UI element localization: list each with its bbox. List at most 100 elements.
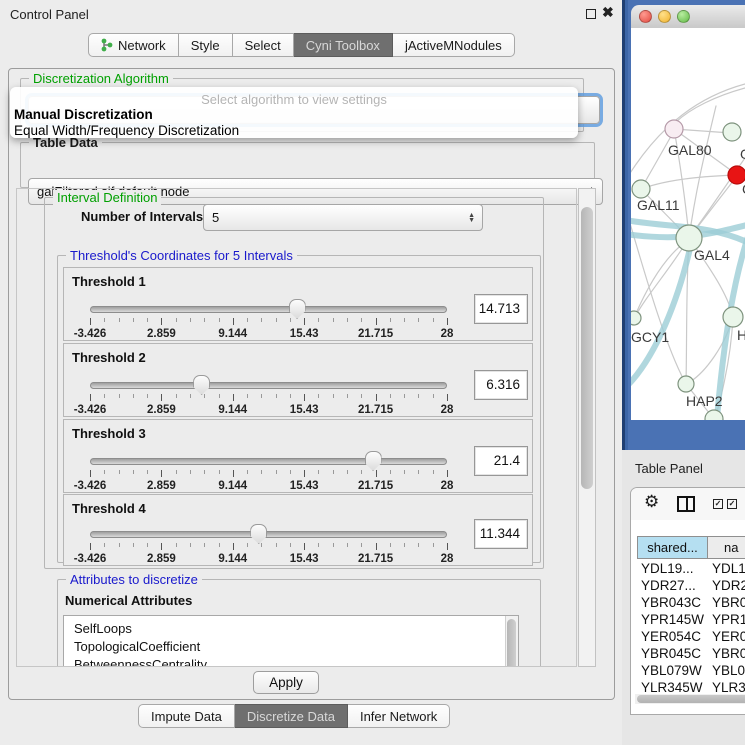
tab-jactivemnodules[interactable]: jActiveMNodules bbox=[393, 33, 515, 57]
tab-select[interactable]: Select bbox=[233, 33, 294, 57]
attribute-item-selfloops[interactable]: SelfLoops bbox=[64, 620, 518, 638]
slider-tick bbox=[347, 470, 348, 474]
numerical-attributes-list[interactable]: SelfLoopsTopologicalCoefficientBetweenne… bbox=[63, 615, 519, 667]
threshold-2-slider[interactable]: -3.4262.8599.14415.4321.71528 bbox=[90, 374, 447, 416]
threshold-4-value[interactable]: 11.344 bbox=[474, 519, 528, 549]
checkbox-icon[interactable]: ✓ bbox=[727, 499, 737, 509]
slider-tick bbox=[204, 543, 205, 547]
table-row[interactable]: YER054CYER0 bbox=[631, 628, 745, 645]
slider-tick bbox=[247, 318, 248, 322]
network-node-green[interactable] bbox=[723, 123, 741, 141]
num-intervals-combobox[interactable]: 5 ▲▼ bbox=[203, 204, 483, 231]
slider-track[interactable] bbox=[90, 458, 447, 465]
slider-tick bbox=[290, 543, 291, 547]
slider-tick bbox=[318, 394, 319, 398]
slider-tick bbox=[276, 543, 277, 547]
node-table: ⚙ ✓ ✓ shared... na YDL19...YDL1YDR27...Y… bbox=[630, 487, 745, 715]
slider-tick bbox=[161, 470, 162, 477]
slider-tick bbox=[376, 543, 377, 550]
zoom-traffic-light[interactable] bbox=[677, 10, 690, 23]
slider-track[interactable] bbox=[90, 306, 447, 313]
network-node-green[interactable] bbox=[723, 307, 743, 327]
algorithm-option-manual[interactable]: Manual Discretization bbox=[10, 107, 578, 123]
slider-tick bbox=[447, 318, 448, 325]
table-row[interactable]: YLR345WYLR3 bbox=[631, 679, 745, 694]
network-node-green[interactable] bbox=[632, 180, 650, 198]
network-node-green[interactable] bbox=[678, 376, 694, 392]
checkbox-icon[interactable]: ✓ bbox=[713, 499, 723, 509]
tab-network[interactable]: Network bbox=[88, 33, 179, 57]
table-row[interactable]: YBL079WYBL0 bbox=[631, 662, 745, 679]
network-node-label: GAL11 bbox=[637, 197, 680, 213]
slider-tick bbox=[404, 318, 405, 322]
network-node-label: GA bbox=[740, 146, 745, 162]
table-row[interactable]: YDL19...YDL1 bbox=[631, 560, 745, 577]
threshold-3-slider[interactable]: -3.4262.8599.14415.4321.71528 bbox=[90, 450, 447, 492]
cell-name: YLR3 bbox=[712, 679, 745, 694]
slider-tick bbox=[433, 470, 434, 474]
threshold-1-slider[interactable]: -3.4262.8599.14415.4321.71528 bbox=[90, 298, 447, 340]
network-node-green[interactable] bbox=[631, 311, 641, 325]
slider-tick bbox=[190, 394, 191, 398]
table-row[interactable]: YPR145WYPR1 bbox=[631, 611, 745, 628]
tab-discretize-data[interactable]: Discretize Data bbox=[235, 704, 348, 728]
threshold-2-value[interactable]: 6.316 bbox=[474, 370, 528, 400]
tab-impute-data[interactable]: Impute Data bbox=[138, 704, 235, 728]
attribute-item-betweennesscentrality[interactable]: BetweennessCentrality bbox=[64, 656, 518, 667]
threshold-4-slider[interactable]: -3.4262.8599.14415.4321.71528 bbox=[90, 523, 447, 565]
slider-tick bbox=[361, 318, 362, 322]
slider-thumb[interactable] bbox=[250, 524, 267, 544]
close-traffic-light[interactable] bbox=[639, 10, 652, 23]
attributes-list-items: SelfLoopsTopologicalCoefficientBetweenne… bbox=[64, 620, 518, 667]
tab-infer-network[interactable]: Infer Network bbox=[348, 704, 450, 728]
slider-tick bbox=[333, 318, 334, 322]
network-icon bbox=[101, 38, 113, 52]
float-button[interactable] bbox=[586, 9, 596, 19]
slider-tick bbox=[147, 394, 148, 398]
network-window-titlebar[interactable] bbox=[631, 5, 745, 29]
slider-tick-label: 21.715 bbox=[358, 328, 393, 340]
threshold-1-value[interactable]: 14.713 bbox=[474, 294, 528, 324]
network-node-label: GAL4 bbox=[694, 247, 730, 263]
attribute-item-topologicalcoefficient[interactable]: TopologicalCoefficient bbox=[64, 638, 518, 656]
algorithm-option-equal-width[interactable]: Equal Width/Frequency Discretization bbox=[10, 123, 578, 139]
slider-tick bbox=[147, 318, 148, 322]
interval-definition-title: Interval Definition bbox=[53, 190, 161, 205]
slider-thumb[interactable] bbox=[193, 375, 210, 395]
slider-tick-label: 2.859 bbox=[147, 404, 176, 416]
slider-track[interactable] bbox=[90, 531, 447, 538]
table-rows: YDL19...YDL1YDR27...YDR2YBR043C YBR0YPR14… bbox=[631, 560, 745, 694]
network-edge bbox=[641, 175, 736, 189]
close-button[interactable]: ✖ bbox=[602, 4, 614, 21]
network-view[interactable]: GAL80GACGAL11GAL4GCY1HHAP2 bbox=[631, 28, 745, 420]
slider-tick bbox=[90, 543, 91, 550]
table-row[interactable]: YBR043C YBR0 bbox=[631, 594, 745, 611]
table-row[interactable]: YBR045CYBR0 bbox=[631, 645, 745, 662]
threshold-3-value[interactable]: 21.4 bbox=[474, 446, 528, 476]
slider-tick bbox=[219, 394, 220, 398]
column-header-shared-name[interactable]: shared... bbox=[637, 536, 708, 559]
slider-thumb[interactable] bbox=[289, 299, 306, 319]
gear-icon[interactable]: ⚙ bbox=[644, 492, 659, 512]
attributes-list-scrollbar[interactable] bbox=[505, 616, 518, 667]
split-columns-icon[interactable] bbox=[677, 496, 695, 512]
table-hscrollbar[interactable] bbox=[635, 694, 745, 704]
slider-tick bbox=[318, 470, 319, 474]
column-header-name[interactable]: na bbox=[708, 536, 745, 559]
apply-button[interactable]: Apply bbox=[253, 671, 319, 694]
tab-style[interactable]: Style bbox=[179, 33, 233, 57]
panel-scrollbar[interactable] bbox=[578, 188, 596, 667]
network-node-label: GCY1 bbox=[631, 329, 669, 345]
tab-cyni-toolbox[interactable]: Cyni Toolbox bbox=[294, 33, 393, 57]
cell-name: YPR1 bbox=[712, 611, 745, 628]
algorithm-dropdown-popup: Select algorithm to view settings Manual… bbox=[10, 87, 578, 138]
minimize-traffic-light[interactable] bbox=[658, 10, 671, 23]
slider-tick bbox=[290, 394, 291, 398]
cell-name: YBR0 bbox=[712, 594, 745, 611]
slider-track[interactable] bbox=[90, 382, 447, 389]
network-node-pink[interactable] bbox=[665, 120, 683, 138]
table-row[interactable]: YDR27...YDR2 bbox=[631, 577, 745, 594]
cell-shared-name: YBR043C bbox=[641, 594, 701, 611]
slider-thumb[interactable] bbox=[365, 451, 382, 471]
slider-tick bbox=[219, 470, 220, 474]
